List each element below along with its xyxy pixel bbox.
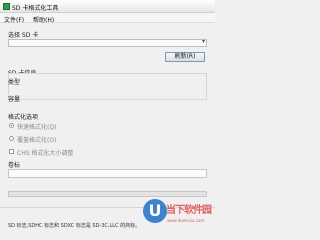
card-info-panel xyxy=(8,73,207,100)
format-progress-bar xyxy=(8,191,207,197)
watermark-text: 当下软件园 xyxy=(166,205,212,216)
card-capacity-label: 容量 xyxy=(8,96,21,103)
sd-card-select[interactable]: ▾ xyxy=(8,38,207,47)
card-type-label: 类型 xyxy=(8,79,21,86)
quick-format-label: 快速格式化(Q) xyxy=(17,124,57,131)
app-icon xyxy=(3,3,10,10)
refresh-button[interactable]: 刷新(R) xyxy=(165,52,205,62)
volume-label-title: 卷标 xyxy=(8,162,21,169)
overwrite-format-label: 覆盖格式化(O) xyxy=(17,137,57,144)
overwrite-format-radio[interactable] xyxy=(9,136,14,141)
status-text: SD 标志,SDHC 标志和 SDXC 标志是 SD-3C,LLC 的商标。 xyxy=(8,223,141,229)
watermark-logo-icon: U xyxy=(143,199,167,223)
format-options-title: 格式化选项 xyxy=(8,114,39,121)
select-card-label: 选择 SD 卡 xyxy=(8,32,39,39)
chevron-down-icon[interactable]: ▾ xyxy=(202,38,205,45)
chs-size-adjust-label: CHS 格式化大小调整 xyxy=(17,150,74,157)
window-title: SD 卡格式化工具 xyxy=(12,5,59,12)
menu-file[interactable]: 文件(F) xyxy=(4,15,24,24)
watermark-url: www.downxia.com xyxy=(167,218,205,223)
volume-label-input[interactable] xyxy=(8,169,207,178)
quick-format-radio[interactable] xyxy=(9,123,14,128)
menu-help[interactable]: 帮助(H) xyxy=(33,15,54,24)
chs-size-adjust-checkbox[interactable] xyxy=(9,149,14,154)
